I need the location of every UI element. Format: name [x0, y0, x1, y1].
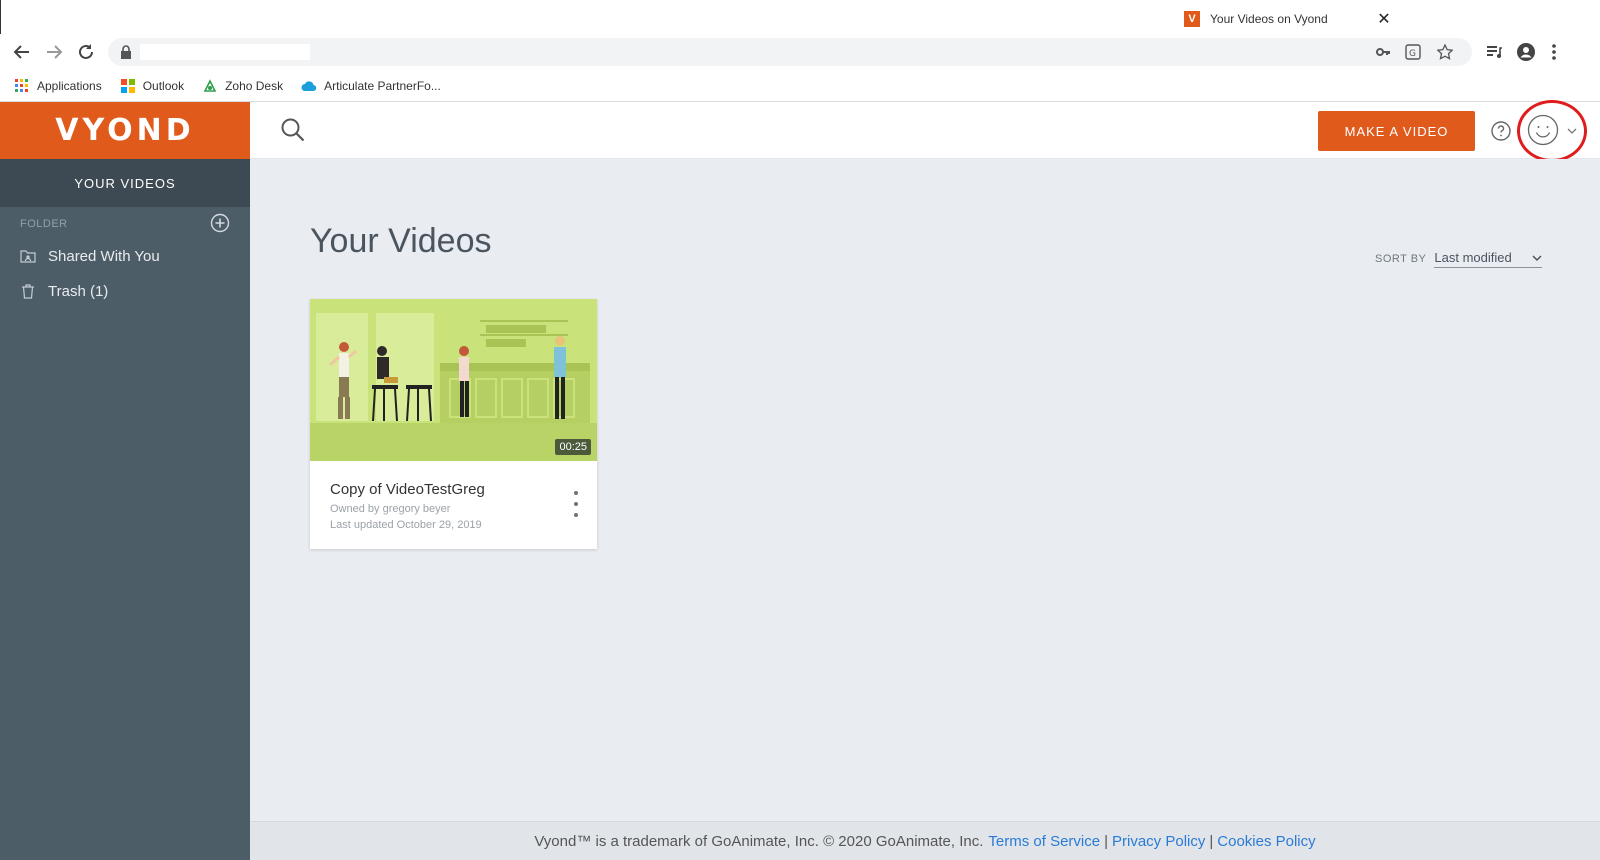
sidebar-item-label: Shared With You: [48, 247, 160, 265]
folder-label: FOLDER: [20, 218, 68, 230]
browser-tab-bar: V Your Videos on Vyond ✕: [0, 0, 1600, 34]
chevron-down-icon: [1532, 254, 1542, 261]
browser-tab[interactable]: V Your Videos on Vyond ✕: [1170, 4, 1402, 34]
search-icon[interactable]: [280, 117, 306, 143]
vyond-favicon-icon: V: [1184, 11, 1200, 27]
sidebar-item-label: Trash (1): [48, 282, 109, 300]
bookmark-star-icon[interactable]: [1436, 43, 1454, 61]
video-last-updated: Last updated October 29, 2019: [330, 519, 482, 531]
bookmark-applications[interactable]: Applications: [14, 78, 102, 94]
vyond-logo[interactable]: VYOND: [0, 102, 250, 159]
sort-value: Last modified: [1434, 250, 1512, 265]
profile-icon[interactable]: [1514, 40, 1538, 64]
salesforce-cloud-icon: [301, 78, 317, 94]
footer-text: Vyond™ is a trademark of GoAnimate, Inc.…: [534, 832, 984, 850]
annotation-circle: [1517, 100, 1587, 162]
sort-label: SORT BY: [1375, 253, 1427, 265]
footer-separator: |: [1209, 832, 1214, 850]
lock-icon: [120, 45, 132, 64]
sidebar-item-trash[interactable]: Trash (1): [20, 279, 108, 303]
window-edge: [0, 0, 1, 34]
video-card[interactable]: 00:25 Copy of VideoTestGreg Owned by gre…: [310, 299, 597, 549]
footer-separator: |: [1104, 832, 1108, 850]
bookmark-articulate[interactable]: Articulate PartnerFo...: [301, 78, 441, 94]
translate-icon[interactable]: G: [1404, 43, 1422, 61]
bookmark-zoho-desk[interactable]: Zoho Desk: [202, 78, 283, 94]
video-owner: Owned by gregory beyer: [330, 503, 451, 515]
reload-icon[interactable]: [74, 40, 98, 64]
sidebar-heading[interactable]: YOUR VIDEOS: [0, 159, 250, 207]
back-icon[interactable]: [10, 40, 34, 64]
make-a-video-button[interactable]: MAKE A VIDEO: [1318, 111, 1475, 151]
logo-text: VYOND: [55, 113, 195, 148]
apps-grid-icon: [14, 78, 30, 94]
footer: Vyond™ is a trademark of GoAnimate, Inc.…: [250, 821, 1600, 860]
microsoft-icon: [120, 78, 136, 94]
tab-close-icon[interactable]: ✕: [1374, 9, 1394, 29]
key-icon[interactable]: [1374, 43, 1392, 61]
zoho-desk-icon: [202, 78, 218, 94]
privacy-policy-link[interactable]: Privacy Policy: [1112, 833, 1205, 850]
video-title[interactable]: Copy of VideoTestGreg: [330, 481, 485, 498]
sidebar-item-shared-with-you[interactable]: Shared With You: [20, 244, 160, 268]
terms-of-service-link[interactable]: Terms of Service: [988, 833, 1100, 850]
bookmark-label: Applications: [37, 78, 102, 93]
bookmarks-bar: Applications Outlook Zoho Desk Articulat…: [0, 70, 1600, 102]
bookmark-outlook[interactable]: Outlook: [120, 78, 184, 94]
sidebar: VYOND YOUR VIDEOS FOLDER Shared With You…: [0, 102, 250, 860]
add-folder-icon[interactable]: [210, 213, 230, 233]
duration-badge: 00:25: [555, 439, 591, 455]
tab-title: Your Videos on Vyond: [1210, 12, 1328, 26]
cafe-scene-illustration: [310, 299, 597, 461]
forward-icon[interactable]: [42, 40, 66, 64]
sort-control: SORT BY Last modified: [1375, 250, 1543, 268]
address-bar[interactable]: G: [108, 38, 1472, 66]
video-thumbnail[interactable]: 00:25: [310, 299, 597, 461]
chrome-menu-icon[interactable]: [1542, 40, 1566, 64]
media-playlist-icon[interactable]: [1482, 40, 1506, 64]
bookmark-label: Outlook: [142, 78, 185, 93]
page-title: Your Videos: [310, 222, 492, 260]
sort-select[interactable]: Last modified: [1434, 250, 1543, 268]
svg-text:G: G: [1409, 49, 1416, 59]
shared-folder-icon: [20, 248, 36, 264]
more-options-icon[interactable]: [570, 491, 582, 517]
bookmark-label: Zoho Desk: [225, 78, 284, 93]
help-icon[interactable]: [1491, 121, 1511, 141]
cookies-policy-link[interactable]: Cookies Policy: [1217, 833, 1315, 850]
url-field[interactable]: [140, 44, 310, 60]
bookmark-label: Articulate PartnerFo...: [324, 78, 441, 93]
trash-icon: [20, 283, 36, 299]
